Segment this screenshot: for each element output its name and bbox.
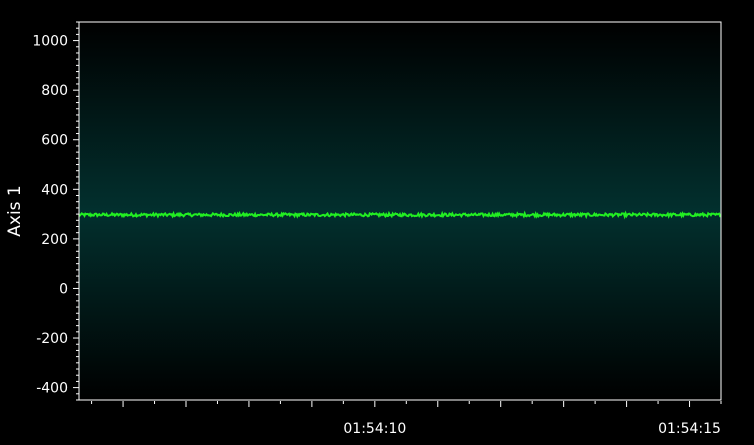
chart-root: 1000 800 600 400 200 0 -200 -400 01:54:10 01:54:… xyxy=(0,0,754,441)
plot-area-background xyxy=(79,22,721,400)
y-tick-label: 1000 xyxy=(32,34,68,50)
x-tick-label: 01:54:10 xyxy=(343,421,406,437)
chart-svg: 10008006004002000-200-400 01:54:10 01:54:… xyxy=(5,21,722,437)
y-tick-label: 0 xyxy=(59,281,68,297)
y-axis: 1000 800 600 400 200 0 -200 -400 xyxy=(32,21,79,401)
y-tick-label: -200 xyxy=(36,331,68,347)
x-tick-label: 01:54:15 xyxy=(658,421,721,437)
y-tick-label: 200 xyxy=(41,232,68,248)
y-tick-label: -400 xyxy=(36,381,68,397)
y-axis-title: Axis 1 xyxy=(5,185,25,237)
y-tick-label: 800 xyxy=(41,83,68,99)
y-tick-label: 600 xyxy=(41,133,68,149)
x-axis: 01:54:10 01:54:15 xyxy=(91,401,722,437)
y-tick-label: 400 xyxy=(41,182,68,198)
